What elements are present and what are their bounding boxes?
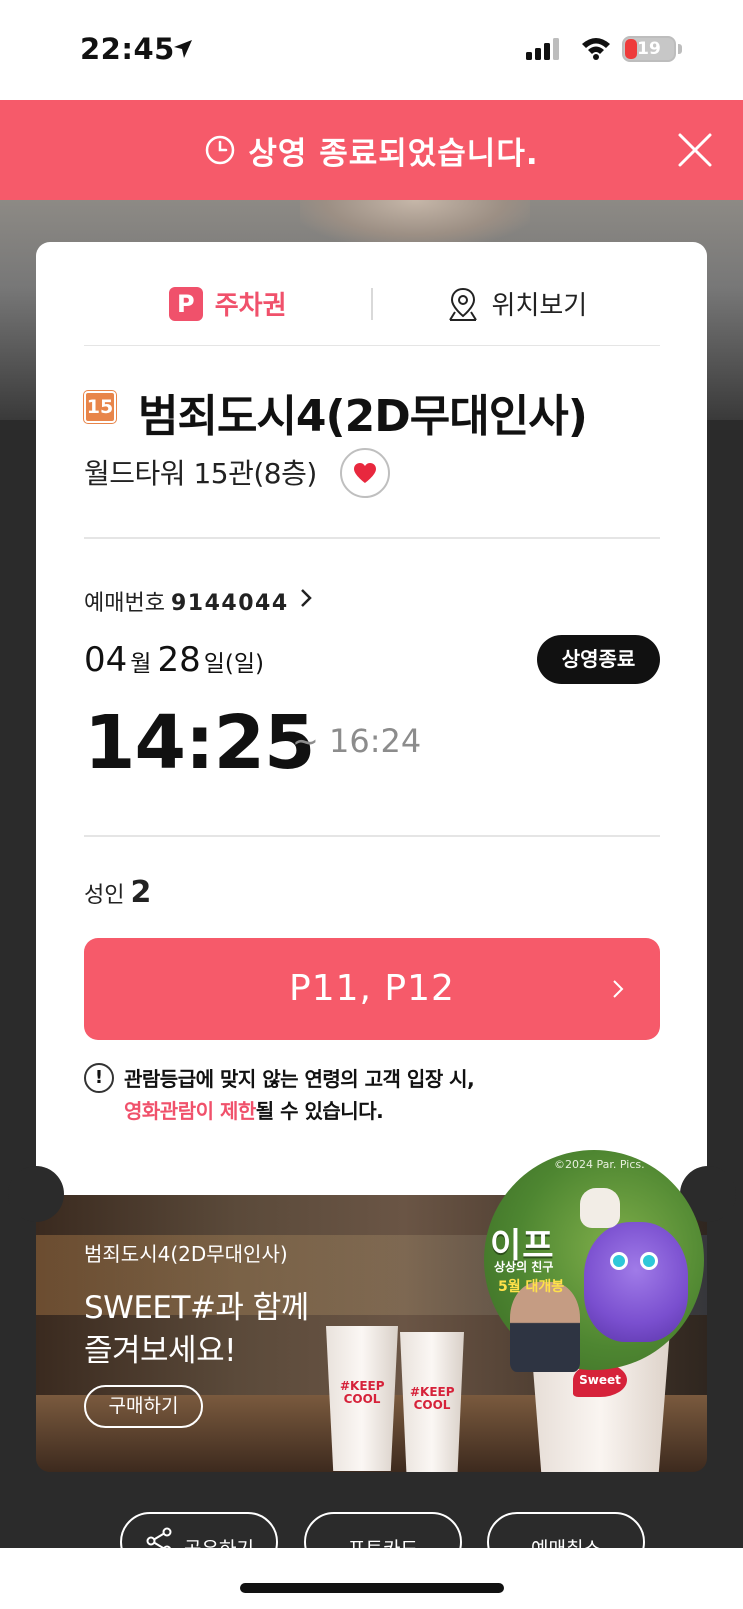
home-indicator[interactable] xyxy=(240,1583,504,1593)
cup-logo: #KEEP COOL xyxy=(340,1379,385,1406)
cellular-signal-icon xyxy=(526,38,559,60)
view-location-button[interactable]: 위치보기 xyxy=(373,262,660,345)
divider xyxy=(84,835,660,837)
promo-date: 5월 대개봉 xyxy=(498,1279,565,1295)
promo-subtitle: 상상의 친구 xyxy=(494,1260,554,1274)
promo-copyright: ©2024 Par. Pics. xyxy=(554,1158,645,1171)
ad-headline-1: SWEET#과 함께 xyxy=(84,1290,309,1326)
movie-title: 범죄도시4(2D무대인사) xyxy=(138,391,588,442)
booking-number: 9144044 xyxy=(170,591,289,616)
age-rating-badge: 15 xyxy=(84,391,116,423)
ended-banner: 상영 종료되었습니다. xyxy=(0,100,743,200)
seats-button[interactable]: P11, P12 xyxy=(84,938,660,1040)
ticket-tabs: P 주차권 위치보기 xyxy=(84,262,660,346)
ticket-notch-left xyxy=(8,1166,64,1222)
divider xyxy=(84,537,660,539)
promo-unicorn-image xyxy=(580,1188,620,1228)
notice-rest: 될 수 있습니다. xyxy=(255,1099,384,1123)
date-weekday: (일) xyxy=(224,651,264,677)
battery-icon: 19 xyxy=(622,36,676,62)
date-day-unit: 일 xyxy=(203,651,225,677)
location-label: 위치보기 xyxy=(491,291,588,321)
ad-headline-2: 즐겨보세요! xyxy=(84,1333,237,1369)
backdrop-face xyxy=(300,200,530,245)
chevron-right-icon xyxy=(613,980,624,998)
parking-ticket-button[interactable]: P 주차권 xyxy=(84,262,371,345)
cup-logo: #KEEP COOL xyxy=(410,1385,455,1412)
favorite-button[interactable] xyxy=(340,448,390,498)
notice-line-1: 관람등급에 맞지 않는 연령의 고객 입장 시, xyxy=(124,1067,475,1091)
parking-icon: P xyxy=(168,286,203,321)
banner-text: 상영 종료되었습니다. xyxy=(248,135,539,172)
booking-number-link[interactable]: 예매번호 9144044 xyxy=(84,585,289,617)
home-area xyxy=(0,1548,743,1609)
booking-label: 예매번호 xyxy=(84,591,165,616)
warning-icon: ! xyxy=(84,1063,114,1093)
clock: 22:45 xyxy=(80,32,175,66)
battery-level: 19 xyxy=(637,39,661,59)
status-bar: 22:45 19 xyxy=(0,0,743,100)
date-month: 04 xyxy=(84,640,128,680)
end-time: ~ 16:24 xyxy=(292,722,422,760)
battery-cap xyxy=(678,44,682,54)
show-date: 04 월 28 일(일) xyxy=(84,640,270,680)
date-month-unit: 월 xyxy=(130,651,152,677)
theater-name: 월드타워 15관(8층) xyxy=(84,457,317,490)
parking-label: 주차권 xyxy=(214,291,287,321)
heart-icon xyxy=(354,463,376,483)
map-pin-icon xyxy=(448,287,477,321)
chevron-right-icon[interactable] xyxy=(300,588,312,608)
ad-subtitle: 범죄도시4(2D무대인사) xyxy=(84,1242,288,1266)
start-time: 14:25 xyxy=(84,700,316,786)
status-badge: 상영종료 xyxy=(537,635,660,684)
audience-number: 2 xyxy=(130,875,152,910)
notice-highlight: 영화관람이 제한 xyxy=(124,1099,256,1123)
date-day: 28 xyxy=(157,640,201,680)
notice-line-2: 영화관람이 제한될 수 있습니다. xyxy=(124,1095,384,1124)
seats-label: P11, P12 xyxy=(289,968,455,1009)
location-arrow-icon xyxy=(174,40,192,58)
close-icon[interactable] xyxy=(677,132,713,168)
audience-count: 성인 2 xyxy=(84,875,151,910)
audience-label: 성인 xyxy=(84,883,125,908)
promo-monster-image xyxy=(584,1222,688,1342)
wifi-icon xyxy=(582,38,610,60)
clock-icon xyxy=(206,135,235,165)
buy-button[interactable]: 구매하기 xyxy=(84,1385,203,1428)
